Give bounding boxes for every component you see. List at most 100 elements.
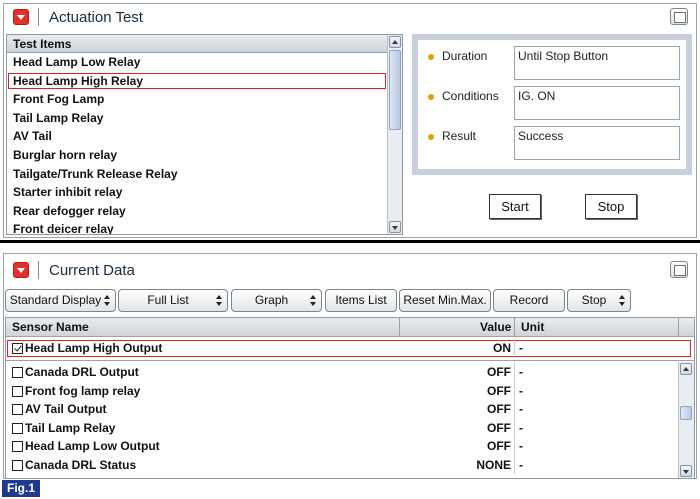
cell-divider	[514, 400, 515, 419]
standard-display-select[interactable]: Standard Display	[5, 289, 116, 312]
sensor-value: OFF	[487, 365, 511, 379]
items-list-button[interactable]: Items List	[325, 289, 397, 312]
stop-button[interactable]: Stop	[585, 194, 637, 219]
list-item[interactable]: Tail Lamp Relay	[7, 109, 387, 128]
list-item[interactable]: Burglar horn relay	[7, 146, 387, 165]
sensor-name: Tail Lamp Relay	[25, 420, 116, 435]
list-item[interactable]: Tailgate/Trunk Release Relay	[7, 165, 387, 184]
table-row[interactable]: AV Tail Output OFF -	[6, 400, 678, 419]
checkbox[interactable]	[12, 459, 23, 471]
test-items-header: Test Items	[7, 35, 387, 53]
scroll-down-icon[interactable]	[389, 221, 401, 233]
actuation-info-box: Duration Until Stop Button Conditions IG…	[412, 34, 692, 175]
panel-title: Current Data	[49, 261, 135, 279]
graph-select[interactable]: Graph	[231, 289, 322, 312]
cell-divider	[514, 418, 515, 437]
duration-value: Until Stop Button	[514, 46, 680, 80]
table-scrollbar[interactable]	[678, 362, 694, 478]
scroll-thumb[interactable]	[389, 50, 401, 130]
column-divider	[399, 318, 400, 337]
table-row[interactable]: Canada DRL Status NONE -	[6, 455, 678, 474]
full-list-select[interactable]: Full List	[118, 289, 228, 312]
conditions-value: IG. ON	[514, 86, 680, 120]
record-button[interactable]: Record	[493, 289, 565, 312]
reset-minmax-button[interactable]: Reset Min.Max.	[399, 289, 491, 312]
table-header: Sensor Name Value Unit	[6, 318, 694, 337]
maximize-icon[interactable]	[670, 8, 688, 25]
collapse-icon[interactable]	[13, 262, 29, 278]
table-row[interactable]: Front fog lamp relay OFF -	[6, 381, 678, 400]
spinner-icon	[619, 295, 626, 307]
sensor-name: Head Lamp Low Output	[25, 439, 160, 453]
list-item[interactable]: Front Fog Lamp	[7, 90, 387, 109]
sensor-unit: -	[519, 439, 523, 453]
table-row[interactable]: Head Lamp Low Output OFF -	[6, 437, 678, 456]
sensor-value: NONE	[476, 457, 511, 472]
table-row[interactable]: Canada DRL Output OFF -	[6, 363, 678, 382]
sensor-unit: -	[519, 402, 523, 416]
stop-label: Stop	[581, 293, 607, 307]
sensor-value: OFF	[487, 383, 511, 398]
table-row-fixed[interactable]: Head Lamp High Output ON -	[6, 339, 692, 358]
header-divider	[38, 8, 39, 26]
checkbox[interactable]	[12, 404, 23, 415]
sensor-value: OFF	[487, 439, 511, 453]
list-item-selected[interactable]: Head Lamp High Relay	[7, 72, 387, 91]
panel-title: Actuation Test	[49, 8, 143, 26]
sensor-unit: -	[519, 457, 523, 472]
value-header: Value	[480, 320, 512, 334]
cell-divider	[514, 455, 515, 474]
sensor-value: OFF	[487, 402, 511, 416]
collapse-icon[interactable]	[13, 9, 29, 25]
checkbox[interactable]	[12, 385, 23, 397]
conditions-label: Conditions	[442, 89, 499, 103]
figure-label: Fig.1	[2, 480, 40, 497]
full-list-label: Full List	[147, 293, 189, 307]
scroll-up-icon[interactable]	[389, 36, 401, 48]
spinner-icon	[104, 295, 111, 307]
duration-row: Duration	[428, 49, 498, 63]
result-row: Result	[428, 129, 498, 143]
stop-select[interactable]: Stop	[567, 289, 631, 312]
checkbox[interactable]	[12, 441, 23, 452]
table-row[interactable]: Tail Lamp Relay OFF -	[6, 418, 678, 437]
list-item[interactable]: Front deicer relay	[7, 220, 387, 234]
list-scrollbar[interactable]	[387, 35, 402, 234]
table-separator	[6, 360, 694, 361]
checkbox-checked[interactable]	[12, 343, 23, 354]
sensor-name: Head Lamp High Output	[25, 341, 163, 355]
header-divider	[38, 261, 39, 279]
start-button[interactable]: Start	[489, 194, 541, 219]
current-data-header: Current Data	[4, 257, 696, 283]
cell-divider	[514, 339, 515, 358]
spinner-icon	[216, 295, 223, 307]
current-data-toolbar: Standard Display Full List Graph Items L…	[5, 289, 695, 313]
list-item[interactable]: Rear defogger relay	[7, 202, 387, 221]
sensor-unit: -	[519, 420, 523, 435]
bullet-icon	[428, 54, 434, 60]
maximize-icon[interactable]	[670, 261, 688, 278]
sensor-unit: -	[519, 383, 523, 398]
checkbox[interactable]	[12, 367, 23, 378]
scroll-down-icon[interactable]	[680, 465, 692, 477]
sensor-name: Canada DRL Output	[25, 365, 139, 379]
column-divider	[514, 318, 515, 337]
sensor-name: Front fog lamp relay	[25, 383, 141, 398]
list-item[interactable]: Starter inhibit relay	[7, 183, 387, 202]
duration-label: Duration	[442, 49, 488, 63]
result-value: Success	[514, 126, 680, 160]
section-divider	[0, 240, 700, 243]
result-label: Result	[442, 129, 477, 143]
list-item[interactable]: Head Lamp Low Relay	[7, 53, 387, 72]
actuation-test-panel: Actuation Test Test Items Head Lamp Low …	[3, 3, 697, 238]
scroll-up-icon[interactable]	[680, 363, 692, 375]
list-item[interactable]: AV Tail	[7, 127, 387, 146]
spinner-icon	[310, 295, 317, 307]
actuation-test-header: Actuation Test	[4, 4, 696, 30]
scroll-thumb[interactable]	[680, 406, 692, 420]
sensor-unit: -	[519, 365, 523, 379]
current-data-table: Sensor Name Value Unit Head Lamp High Ou…	[5, 317, 695, 479]
cell-divider	[514, 437, 515, 456]
cell-divider	[514, 381, 515, 400]
checkbox[interactable]	[12, 422, 23, 434]
